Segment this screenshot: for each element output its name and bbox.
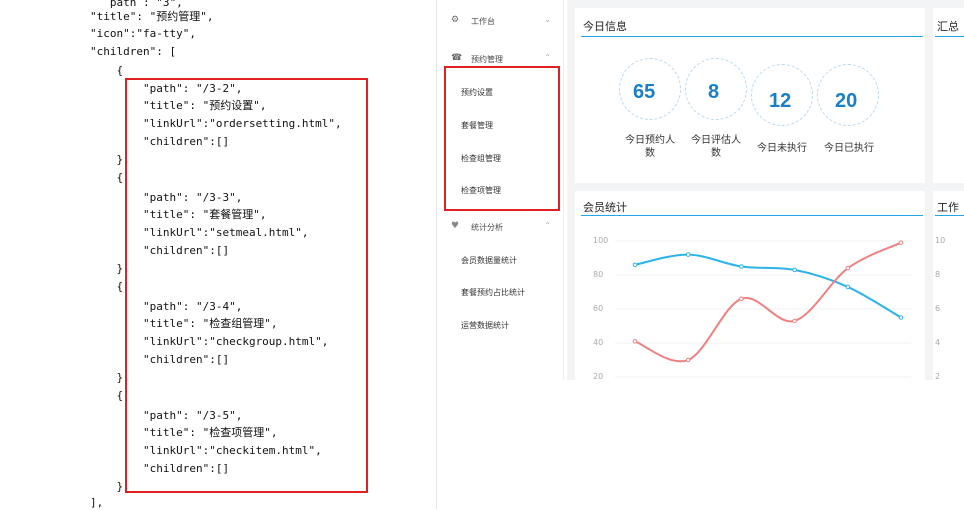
summary-card: 汇总 — [933, 8, 964, 183]
code-line: "title": "预约管理", — [90, 10, 214, 23]
code-line: ], — [90, 496, 104, 509]
app-window: ⚙ 工作台 ⌄ ☎ 预约管理 ⌃ 预约设置 套餐管理 检查组管理 检查项管理 ♥… — [437, 0, 964, 509]
summary-underline — [935, 36, 964, 37]
submenu-setmeal-ratio[interactable]: 套餐预约占比统计 — [461, 287, 525, 298]
code-line: }, — [90, 371, 130, 384]
today-card: 今日信息 65 8 12 20 今日预约人 数 今日评估人 数 今日未执行 今日… — [575, 8, 925, 183]
y-tick-label: 10 — [935, 236, 946, 245]
dashboard-icon: ⚙ — [451, 15, 460, 25]
stat-label: 今日预约人 数 — [625, 135, 675, 159]
phone-icon: ☎ — [451, 53, 463, 63]
menu-stats-label: 统计分析 — [471, 223, 503, 232]
stat-value: 65 — [633, 81, 656, 103]
submenu-business-stats[interactable]: 运营数据统计 — [461, 320, 509, 331]
chevron-up-icon: ⌃ — [544, 53, 551, 62]
series-line-1 — [634, 241, 902, 363]
chevron-down-icon: ⌄ — [544, 15, 551, 24]
member-chart-card: 会员统计 100 80 60 40 20 — [575, 191, 925, 381]
stat-value: 20 — [835, 90, 858, 112]
stat-label: 今日已执行 — [824, 143, 874, 154]
y-tick-label: 6 — [935, 304, 941, 313]
sidebar-highlight-box — [444, 66, 560, 211]
today-title: 今日信息 — [583, 20, 627, 33]
sidebar: ⚙ 工作台 ⌄ ☎ 预约管理 ⌃ 预约设置 套餐管理 检查组管理 检查项管理 ♥… — [437, 0, 564, 380]
stat-label: 今日未执行 — [757, 143, 807, 154]
data-point[interactable] — [632, 262, 638, 268]
data-point[interactable] — [792, 318, 797, 324]
data-point[interactable] — [898, 240, 904, 246]
menu-stats[interactable]: ♥ 统计分析 ⌃ — [437, 212, 563, 240]
code-line: }, — [90, 153, 130, 166]
code-line: path : "3", — [90, 0, 183, 9]
code-line: { — [90, 280, 124, 293]
work-card: 工作 10 8 6 4 2 — [933, 191, 964, 381]
stat-label: 今日评估人 数 — [691, 135, 741, 159]
data-point[interactable] — [739, 296, 744, 302]
menu-workbench[interactable]: ⚙ 工作台 ⌄ — [437, 6, 563, 34]
y-tick-label: 4 — [935, 338, 941, 347]
main-content: 今日信息 65 8 12 20 今日预约人 数 今日评估人 数 今日未执行 今日… — [567, 0, 964, 381]
data-point[interactable] — [685, 357, 691, 363]
heartbeat-icon: ♥ — [451, 221, 460, 231]
stat-value: 8 — [708, 81, 720, 103]
data-point[interactable] — [685, 252, 691, 257]
today-underline — [581, 36, 923, 37]
stat-value: 12 — [769, 90, 792, 112]
member-line-chart — [615, 240, 911, 378]
data-point[interactable] — [739, 264, 744, 269]
menu-workbench-label: 工作台 — [471, 17, 495, 26]
data-point[interactable] — [845, 284, 851, 290]
data-point[interactable] — [845, 265, 851, 271]
submenu-member-stats[interactable]: 会员数据量统计 — [461, 255, 517, 266]
work-underline — [935, 215, 964, 216]
code-line: { — [90, 64, 124, 77]
code-highlight-box — [125, 78, 368, 493]
code-line: "children": [ — [90, 45, 177, 58]
data-point[interactable] — [898, 315, 904, 320]
code-line: { — [90, 389, 124, 402]
chevron-up-icon: ⌃ — [544, 221, 551, 230]
code-line: } — [90, 480, 124, 493]
code-line: { — [90, 171, 124, 184]
code-line: }, — [90, 262, 130, 275]
y-tick-label: 8 — [935, 270, 941, 279]
code-line: "icon":"fa-tty", — [90, 27, 196, 40]
y-tick-label: 2 — [935, 372, 941, 381]
work-title: 工作 — [937, 201, 959, 214]
data-point[interactable] — [792, 267, 797, 273]
data-point[interactable] — [632, 339, 638, 344]
menu-booking-label: 预约管理 — [471, 55, 503, 64]
summary-title: 汇总 — [937, 20, 959, 33]
